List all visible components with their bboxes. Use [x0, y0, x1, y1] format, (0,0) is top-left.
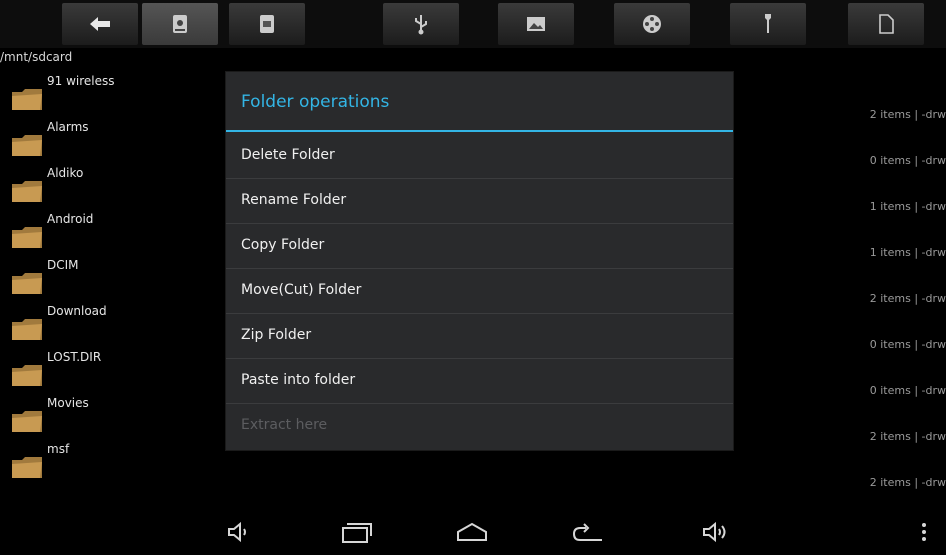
paste-into-folder-item[interactable]: Paste into folder — [226, 359, 733, 404]
delete-folder-item[interactable]: Delete Folder — [226, 134, 733, 179]
file-name: Download — [47, 304, 107, 318]
file-meta: 2 items | -drw — [869, 476, 946, 489]
document-icon — [879, 14, 894, 34]
file-name: LOST.DIR — [47, 350, 102, 364]
copy-folder-item[interactable]: Copy Folder — [226, 224, 733, 269]
move-folder-item[interactable]: Move(Cut) Folder — [226, 269, 733, 314]
menu-item-label: Delete Folder — [241, 147, 335, 163]
menu-item-label: Copy Folder — [241, 237, 325, 253]
overflow-menu-button[interactable] — [912, 516, 936, 548]
volume-up-icon — [703, 521, 726, 543]
image-button[interactable] — [498, 3, 574, 45]
menu-item-label: Paste into folder — [241, 372, 356, 388]
folder-icon — [12, 89, 42, 110]
menu-item-label: Zip Folder — [241, 327, 312, 343]
file-name: Movies — [47, 396, 89, 410]
folder-icon — [12, 365, 42, 386]
video-button[interactable] — [614, 3, 690, 45]
folder-icon — [12, 273, 42, 294]
toolbar — [0, 0, 946, 48]
menu-item-label: Extract here — [241, 417, 328, 433]
tools-icon — [765, 14, 771, 33]
folder-icon — [12, 181, 42, 202]
system-nav-bar — [0, 508, 946, 555]
folder-operations-dialog: Folder operations Delete Folder Rename F… — [226, 72, 733, 450]
sd-card-button[interactable] — [229, 3, 305, 45]
folder-icon — [12, 319, 42, 340]
file-name: Aldiko — [47, 166, 84, 180]
folder-icon — [12, 457, 42, 478]
file-name: DCIM — [47, 258, 79, 272]
recent-apps-button[interactable] — [336, 516, 376, 548]
file-name: Alarms — [47, 120, 89, 134]
home-icon — [457, 522, 487, 541]
folder-icon — [12, 411, 42, 432]
tools-button[interactable] — [730, 3, 806, 45]
file-name: msf — [47, 442, 70, 456]
image-icon — [527, 17, 545, 31]
internal-storage-icon — [173, 15, 187, 33]
volume-down-icon — [228, 521, 246, 543]
folder-icon — [12, 227, 42, 248]
usb-icon — [415, 15, 427, 35]
zip-folder-item[interactable]: Zip Folder — [226, 314, 733, 359]
back-icon — [90, 17, 110, 31]
volume-up-button[interactable] — [696, 516, 736, 548]
current-path: /mnt/sdcard — [0, 50, 73, 64]
file-name: Android — [47, 212, 94, 226]
menu-item-label: Rename Folder — [241, 192, 347, 208]
dialog-divider — [226, 130, 733, 132]
extract-here-item: Extract here — [226, 404, 733, 449]
recent-apps-icon — [342, 523, 372, 543]
back-nav-icon — [572, 523, 602, 541]
document-button[interactable] — [848, 3, 924, 45]
folder-icon — [12, 135, 42, 156]
home-button[interactable] — [452, 516, 492, 548]
back-button[interactable] — [62, 3, 138, 45]
dialog-title: Folder operations — [241, 92, 390, 112]
overflow-menu-icon — [922, 523, 926, 541]
back-nav-button[interactable] — [570, 516, 610, 548]
volume-down-button[interactable] — [220, 516, 260, 548]
sd-card-icon — [260, 15, 274, 33]
video-icon — [643, 15, 661, 33]
file-name: 91 wireless — [47, 74, 115, 88]
rename-folder-item[interactable]: Rename Folder — [226, 179, 733, 224]
usb-button[interactable] — [383, 3, 459, 45]
internal-storage-button[interactable] — [142, 3, 218, 45]
menu-item-label: Move(Cut) Folder — [241, 282, 362, 298]
